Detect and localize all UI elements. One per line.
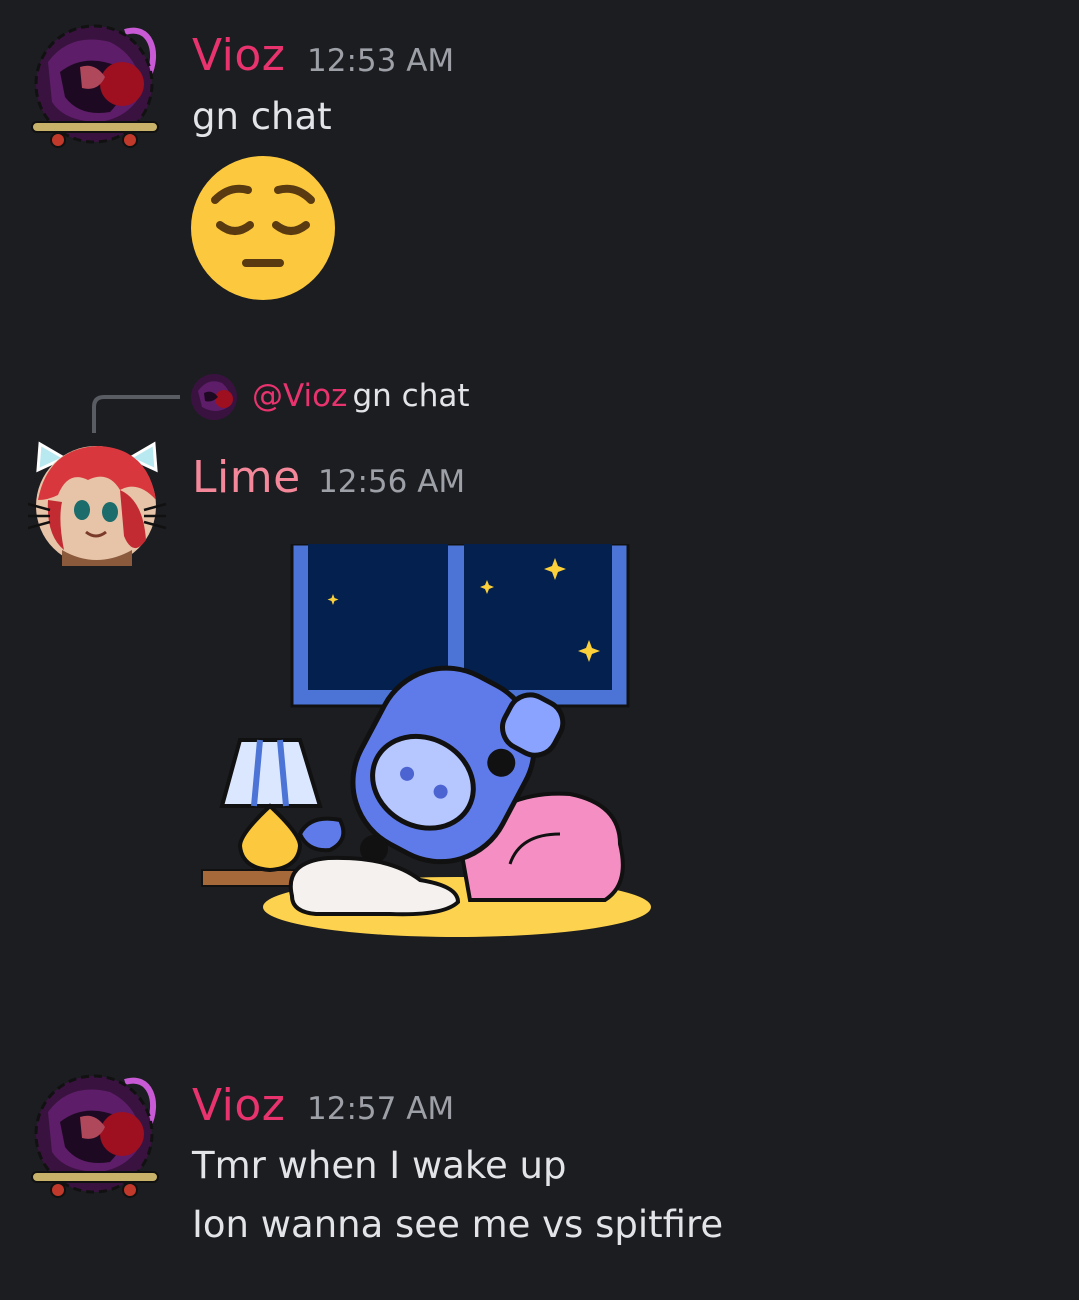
timestamp: 12:57 AM (307, 1091, 455, 1127)
reply-avatar-icon (191, 374, 237, 420)
lime-avatar[interactable] (27, 440, 167, 568)
author-name[interactable]: Vioz (192, 30, 285, 81)
pensive-emoji-icon (190, 155, 336, 305)
reply-text: gn chat (352, 378, 470, 414)
message-line-1: Tmr when I wake up (192, 1144, 567, 1187)
reply-mention[interactable]: @Vioz (252, 378, 347, 414)
message-text: gn chat (192, 95, 332, 138)
reply-preview[interactable]: @Vioz gn chat (252, 378, 470, 414)
timestamp: 12:53 AM (307, 43, 455, 79)
author-name[interactable]: Vioz (192, 1080, 285, 1131)
message-line-2: Ion wanna see me vs spitfire (192, 1203, 724, 1246)
sleeping-wumpus-icon (201, 542, 651, 937)
vioz-avatar[interactable] (30, 22, 159, 150)
lime-avatar-icon (27, 441, 167, 566)
sleeping-wumpus-sticker[interactable] (200, 542, 660, 948)
reply-connector (92, 395, 180, 433)
author-name[interactable]: Lime (192, 452, 301, 503)
reply-avatar[interactable] (190, 373, 238, 425)
vioz-avatar-icon (31, 24, 159, 148)
vioz-avatar-icon (31, 1074, 159, 1198)
vioz-avatar[interactable] (30, 1072, 159, 1200)
timestamp: 12:56 AM (318, 464, 466, 500)
